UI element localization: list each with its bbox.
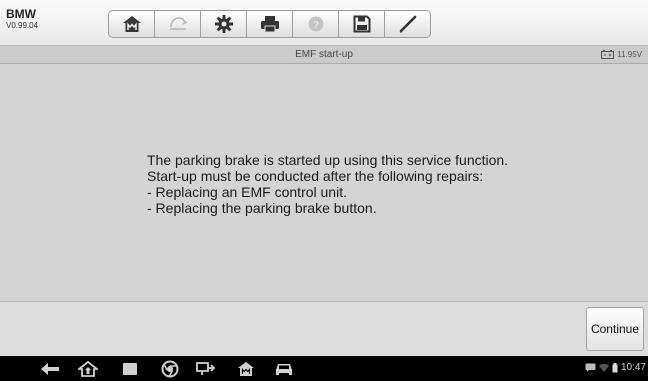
continue-button[interactable]: Continue xyxy=(586,307,644,351)
voltage-value: 11.95V xyxy=(617,50,642,59)
vehicle-brand: BMW V0.99.04 xyxy=(6,8,38,31)
recent-apps-button[interactable] xyxy=(118,359,142,378)
message-area: The parking brake is started up using th… xyxy=(0,64,648,302)
message-icon xyxy=(585,363,596,372)
message-line: The parking brake is started up using th… xyxy=(147,152,509,168)
home-button[interactable] xyxy=(108,10,155,38)
home-outline-icon xyxy=(78,360,98,377)
instruction-message: The parking brake is started up using th… xyxy=(147,152,607,216)
print-icon xyxy=(260,16,279,33)
system-navigation-bar: 10:47 xyxy=(0,356,648,381)
action-bar: Continue xyxy=(0,302,648,356)
vehicle-swap-button[interactable] xyxy=(154,10,201,38)
message-line: Start-up must be conducted after the fol… xyxy=(147,168,484,184)
home-icon xyxy=(122,16,141,32)
function-title-bar: EMF start-up 11.95V xyxy=(0,46,648,64)
diagnostics-home-icon xyxy=(238,361,254,376)
message-line: - Replacing an EMF control unit. xyxy=(147,184,347,200)
print-button[interactable] xyxy=(246,10,293,38)
recent-apps-icon xyxy=(123,362,137,375)
help-button[interactable]: ? xyxy=(292,10,339,38)
remote-desktop-button[interactable] xyxy=(194,359,218,378)
save-icon xyxy=(353,15,370,33)
car-icon xyxy=(276,363,292,375)
battery-icon xyxy=(601,50,615,59)
save-button[interactable] xyxy=(338,10,385,38)
data-logging-icon xyxy=(399,15,416,33)
settings-gear-icon xyxy=(214,15,233,33)
message-line: - Replacing the parking brake button. xyxy=(147,200,377,216)
top-toolbar: BMW V0.99.04 ? xyxy=(0,0,648,46)
vehicle-menu-button[interactable] xyxy=(272,359,296,378)
back-arrow-icon xyxy=(41,362,59,375)
browser-button[interactable] xyxy=(158,359,182,378)
wifi-icon xyxy=(598,363,609,372)
help-icon: ? xyxy=(308,16,323,32)
function-toolbar: ? xyxy=(108,10,431,38)
chrome-browser-icon xyxy=(161,360,179,377)
back-button[interactable] xyxy=(38,359,62,378)
settings-button[interactable] xyxy=(200,10,247,38)
software-version: V0.99.04 xyxy=(6,21,39,30)
data-logging-button[interactable] xyxy=(384,10,431,38)
status-tray: 10:47 xyxy=(585,362,646,373)
page-title: EMF start-up xyxy=(295,49,353,60)
battery-status-icon xyxy=(612,362,618,372)
diagnostics-home-button[interactable] xyxy=(234,359,258,378)
vehicle-swap-icon xyxy=(169,17,188,30)
remote-desktop-icon xyxy=(196,361,216,375)
brand-name: BMW xyxy=(6,7,36,21)
clock-time: 10:47 xyxy=(620,362,646,373)
android-home-button[interactable] xyxy=(76,359,100,378)
battery-voltage-indicator: 11.95V xyxy=(601,50,642,59)
svg-text:?: ? xyxy=(312,20,318,31)
